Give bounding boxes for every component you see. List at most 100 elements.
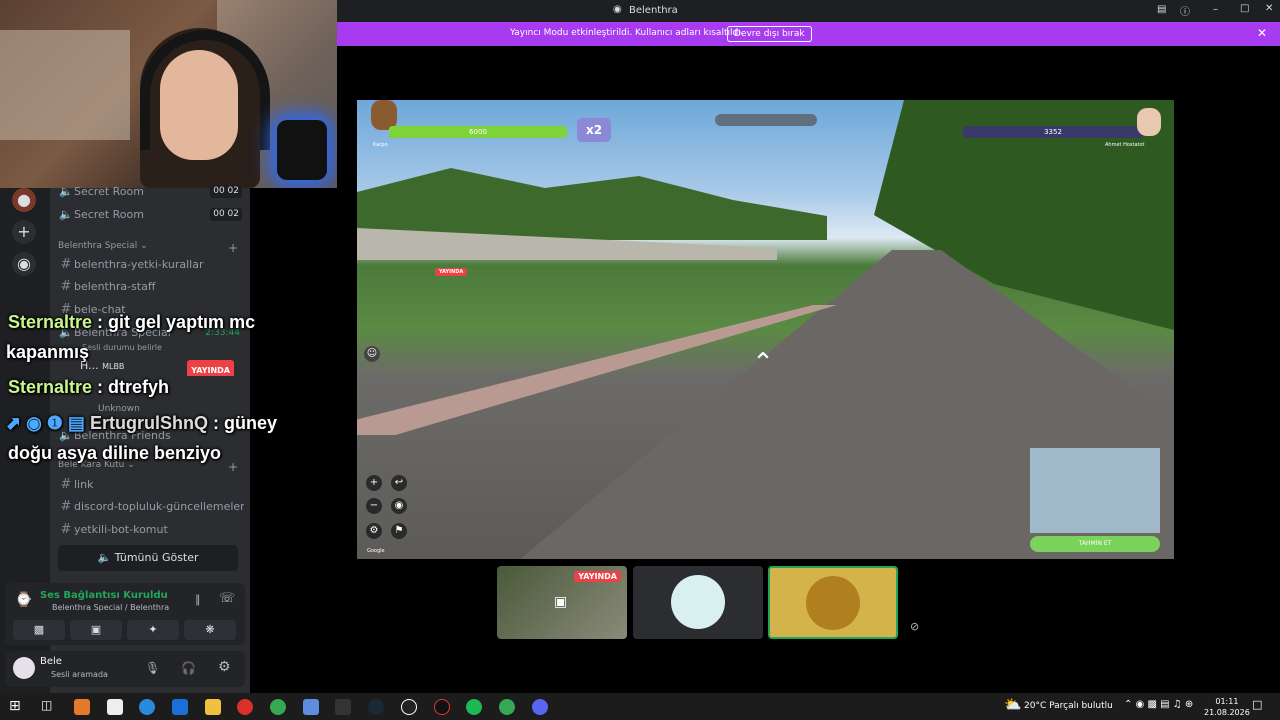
copilot-icon[interactable]	[74, 699, 90, 715]
activities-button[interactable]: ✦	[127, 620, 179, 640]
epic-games-icon[interactable]	[335, 699, 351, 715]
banner-text: Yayıncı Modu etkinleştirildi. Kullanıcı …	[510, 28, 744, 38]
speaker-icon: 🔈	[59, 185, 73, 198]
edge-icon[interactable]	[139, 699, 155, 715]
user-panel: Bele Sesli aramada 🎙 🎧 ⚙	[5, 651, 245, 687]
camera-button[interactable]: ▩	[13, 620, 65, 640]
weather-text[interactable]: 20°C Parçalı bulutlu	[1024, 701, 1113, 711]
taskbar: ⊞ ◫ ⛅ 20°C Parçalı bulutlu ⌃ ◉ ▩ ▤ ♫ ⊕ 0…	[0, 693, 1280, 720]
category-belenthra-special[interactable]: Belenthra Special ⌄ +	[58, 241, 238, 255]
chat-message: ⬈ ◉ ❶ ▤ ErtugrulShnQ : güney	[6, 413, 277, 433]
soundboard-button[interactable]: ❋	[184, 620, 236, 640]
voice-status[interactable]: Ses Bağlantısı Kuruldu	[40, 590, 168, 601]
channel-yetkili-bot-komut[interactable]: # yetkili-bot-komut	[58, 520, 244, 540]
chrome-icon[interactable]	[270, 699, 286, 715]
multiplier-badge: x2	[577, 118, 611, 142]
right-player-name: Ahmet Hostatot	[1105, 142, 1145, 148]
avatar[interactable]	[13, 657, 35, 679]
webcam-feed	[0, 0, 337, 188]
left-player-name: Karpo	[373, 142, 388, 148]
channel-link[interactable]: # link	[58, 475, 244, 495]
chat-message: Sternaltre : git gel yaptım mc	[8, 312, 256, 332]
streamer-mode-banner: Yayıncı Modu etkinleştirildi. Kullanıcı …	[337, 22, 1280, 46]
map-credit: Google	[367, 548, 385, 554]
voice-channel-secret-room-1[interactable]: 🔈Secret Room 00 02	[58, 182, 244, 202]
voice-channel-path[interactable]: Belenthra Special / Belenthra	[52, 603, 169, 612]
noise-suppression-icon[interactable]: ∥	[195, 593, 201, 606]
maximize-icon[interactable]: □	[1240, 3, 1249, 14]
undo-icon[interactable]: ↩	[391, 475, 407, 491]
clock[interactable]: 01:11 21.08.2026	[1204, 696, 1250, 718]
weather-icon[interactable]: ⛅	[1004, 697, 1021, 713]
participant-tile-speaking[interactable]	[768, 566, 898, 639]
add-server-icon[interactable]: +	[12, 220, 36, 244]
microphone-icon[interactable]: 🎙	[145, 661, 160, 675]
compass	[715, 114, 817, 126]
speaker-icon: 🔈	[59, 208, 73, 221]
chrome-icon[interactable]	[499, 699, 515, 715]
discord-icon[interactable]	[532, 699, 548, 715]
muted-icon: ⊘	[910, 620, 920, 633]
live-badge: YAYINDA	[574, 571, 621, 582]
headphones-icon[interactable]: 🎧	[181, 661, 196, 675]
move-forward-arrow-icon[interactable]: ⌃	[745, 348, 781, 388]
voice-status-text[interactable]: Sesli durumu belirle	[82, 338, 268, 358]
app-icon-red[interactable]	[434, 699, 450, 715]
screen-share-button[interactable]: ▣	[70, 620, 122, 640]
voice-member[interactable]: H... MLBB YAYINDA	[80, 356, 240, 376]
show-all-button[interactable]: 🔈 Tümünü Göster	[58, 545, 238, 571]
participant-avatar	[806, 576, 860, 630]
app-logo-icon: ◉	[613, 4, 622, 15]
server-icon[interactable]: ●	[12, 188, 36, 212]
channel-topluluk-guncellemeleri[interactable]: # discord-topluluk-güncellemeleri	[58, 497, 244, 517]
game-stream[interactable]: 6000 Karpo x2 3352 Ahmet Hostatot YAYIND…	[357, 100, 1174, 559]
mail-icon[interactable]	[172, 699, 188, 715]
settings-gear-icon[interactable]: ⚙	[218, 659, 231, 675]
chat-message-continued: kapanmış	[6, 342, 90, 362]
tray-icons[interactable]: ⌃ ◉ ▩ ▤ ♫ ⊕	[1124, 699, 1193, 710]
start-icon[interactable]: ⊞	[9, 698, 21, 714]
signal-icon: ⌚	[15, 592, 33, 608]
participant-tile[interactable]	[633, 566, 763, 639]
player-avatar-right	[1137, 108, 1161, 136]
user-name[interactable]: Bele	[40, 656, 62, 667]
discover-icon[interactable]: ◉	[12, 252, 36, 276]
zoom-out-button[interactable]: −	[366, 498, 382, 514]
opera-icon[interactable]	[237, 699, 253, 715]
left-score-bar: 6000	[389, 126, 567, 138]
voice-channel-secret-room-2[interactable]: 🔈Secret Room 00 02	[58, 205, 244, 225]
live-badge: YAYINDA	[435, 268, 468, 276]
app-icon[interactable]	[303, 699, 319, 715]
guess-button[interactable]: TAHMİN ET	[1030, 536, 1160, 552]
help-icon[interactable]: ⓘ	[1180, 3, 1190, 18]
channel-yetki-kurallar[interactable]: # belenthra-yetki-kurallar	[58, 255, 244, 275]
channel-staff[interactable]: # belenthra-staff	[58, 277, 244, 297]
store-icon[interactable]	[107, 699, 123, 715]
guess-minimap[interactable]	[1030, 448, 1160, 533]
settings-icon[interactable]: ⚙	[366, 523, 382, 539]
screen-share-icon: ▣	[554, 594, 568, 610]
close-window-icon[interactable]: ✕	[1265, 3, 1273, 14]
emoji-icon[interactable]: ☺	[364, 346, 380, 362]
title-bar: ◉ Belenthra ▤ ⓘ – □ ✕	[337, 0, 1280, 22]
participant-avatar	[671, 575, 725, 629]
task-view-icon[interactable]: ◫	[41, 698, 52, 712]
right-score-bar: 3352	[963, 126, 1143, 138]
inbox-icon[interactable]: ▤	[1157, 4, 1166, 15]
disconnect-icon[interactable]: ☏	[219, 591, 235, 606]
disable-streamer-mode-button[interactable]: Devre dışı bırak	[727, 26, 812, 42]
flag-icon[interactable]: ⚑	[391, 523, 407, 539]
checkpoint-icon[interactable]: ◉	[391, 498, 407, 514]
spotify-icon[interactable]	[466, 699, 482, 715]
close-banner-icon[interactable]: ✕	[1257, 26, 1267, 40]
zoom-in-button[interactable]: +	[366, 475, 382, 491]
badge-icons: ⬈ ◉ ❶ ▤	[6, 413, 85, 433]
user-status: Sesli aramada	[51, 670, 108, 679]
notification-icon[interactable]: □	[1252, 698, 1262, 711]
file-explorer-icon[interactable]	[205, 699, 221, 715]
steam-icon[interactable]	[368, 699, 384, 715]
obs-icon[interactable]	[401, 699, 417, 715]
stream-tile-cyclist[interactable]: YAYINDA ▣	[497, 566, 627, 639]
minimize-icon[interactable]: –	[1213, 4, 1218, 15]
window-title: Belenthra	[629, 5, 678, 16]
